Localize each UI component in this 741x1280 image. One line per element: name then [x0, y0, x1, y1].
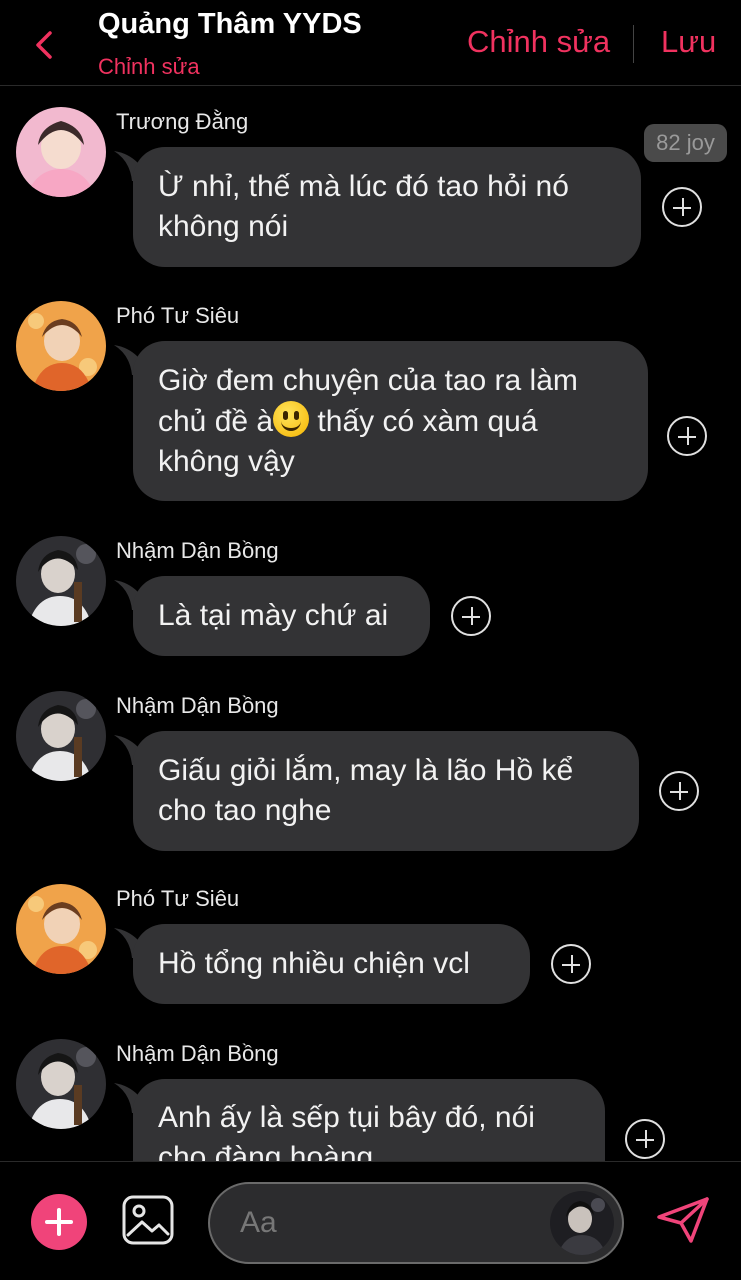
chat-header: Quảng Thâm YYDS Chỉnh sửa Chỉnh sửa Lưu — [0, 0, 741, 86]
header-divider — [633, 25, 634, 63]
send-icon[interactable] — [655, 1195, 711, 1245]
avatar[interactable] — [16, 884, 106, 974]
message-bubble[interactable]: Hồ tổng nhiều chiện vcl — [133, 924, 530, 1004]
sender-name: Nhậm Dận Bồng — [116, 1041, 279, 1066]
message-bubble[interactable]: Anh ấy là sếp tụi bây đó, nói cho đàng h… — [133, 1079, 605, 1161]
avatar[interactable] — [16, 691, 106, 781]
message-bubble[interactable]: Ừ nhỉ, thế mà lúc đó tao hỏi nó không nó… — [133, 147, 641, 267]
message-text: Hồ tổng nhiều chiện vcl — [158, 947, 470, 980]
sender-name: Phó Tư Siêu — [116, 886, 240, 911]
add-reaction-icon[interactable] — [667, 416, 707, 456]
edit-button[interactable]: Chỉnh sửa — [467, 24, 610, 60]
message-text: Là tại mày chứ ai — [158, 599, 389, 632]
sender-name: Trương Đằng — [116, 109, 249, 134]
sender-name: Nhậm Dận Bồng — [116, 693, 279, 718]
sender-name: Nhậm Dận Bồng — [116, 538, 279, 563]
message-input-placeholder: Aa — [240, 1206, 277, 1239]
message-feed[interactable]: Trương Đằng 82 joy Ừ nhỉ, thế mà lúc đó … — [0, 87, 741, 1161]
message-text: Giấu giỏi lắm, may là lão Hồ kể cho tao … — [158, 754, 574, 827]
message-bubble[interactable]: Là tại mày chứ ai — [133, 576, 430, 656]
message-input[interactable]: Aa — [208, 1182, 624, 1264]
message-text: Giờ đem chuyện của tao ra làm chủ đề à t… — [158, 361, 623, 482]
avatar[interactable] — [16, 107, 106, 197]
chat-title: Quảng Thâm YYDS — [98, 8, 362, 40]
add-reaction-icon[interactable] — [662, 187, 702, 227]
message-text: Anh ấy là sếp tụi bây đó, nói cho đàng h… — [158, 1101, 535, 1161]
avatar[interactable] — [550, 1191, 614, 1255]
add-reaction-icon[interactable] — [659, 771, 699, 811]
avatar[interactable] — [16, 301, 106, 391]
chevron-left-icon[interactable] — [30, 28, 60, 62]
add-reaction-icon[interactable] — [551, 944, 591, 984]
image-icon[interactable] — [122, 1195, 174, 1245]
message-text: Ừ nhỉ, thế mà lúc đó tao hỏi nó không nó… — [158, 170, 569, 243]
joy-badge: 82 joy — [644, 124, 727, 162]
smiley-emoji-icon — [273, 400, 310, 437]
message-composer: Aa — [0, 1161, 741, 1280]
save-button[interactable]: Lưu — [661, 24, 716, 60]
sender-name: Phó Tư Siêu — [116, 303, 240, 328]
avatar[interactable] — [16, 1039, 106, 1129]
add-reaction-icon[interactable] — [451, 596, 491, 636]
message-bubble[interactable]: Giờ đem chuyện của tao ra làm chủ đề à t… — [133, 341, 648, 501]
add-reaction-icon[interactable] — [625, 1119, 665, 1159]
chat-subtitle-edit[interactable]: Chỉnh sửa — [98, 54, 200, 80]
plus-icon[interactable] — [31, 1194, 87, 1250]
message-bubble[interactable]: Giấu giỏi lắm, may là lão Hồ kể cho tao … — [133, 731, 639, 851]
avatar[interactable] — [16, 536, 106, 626]
